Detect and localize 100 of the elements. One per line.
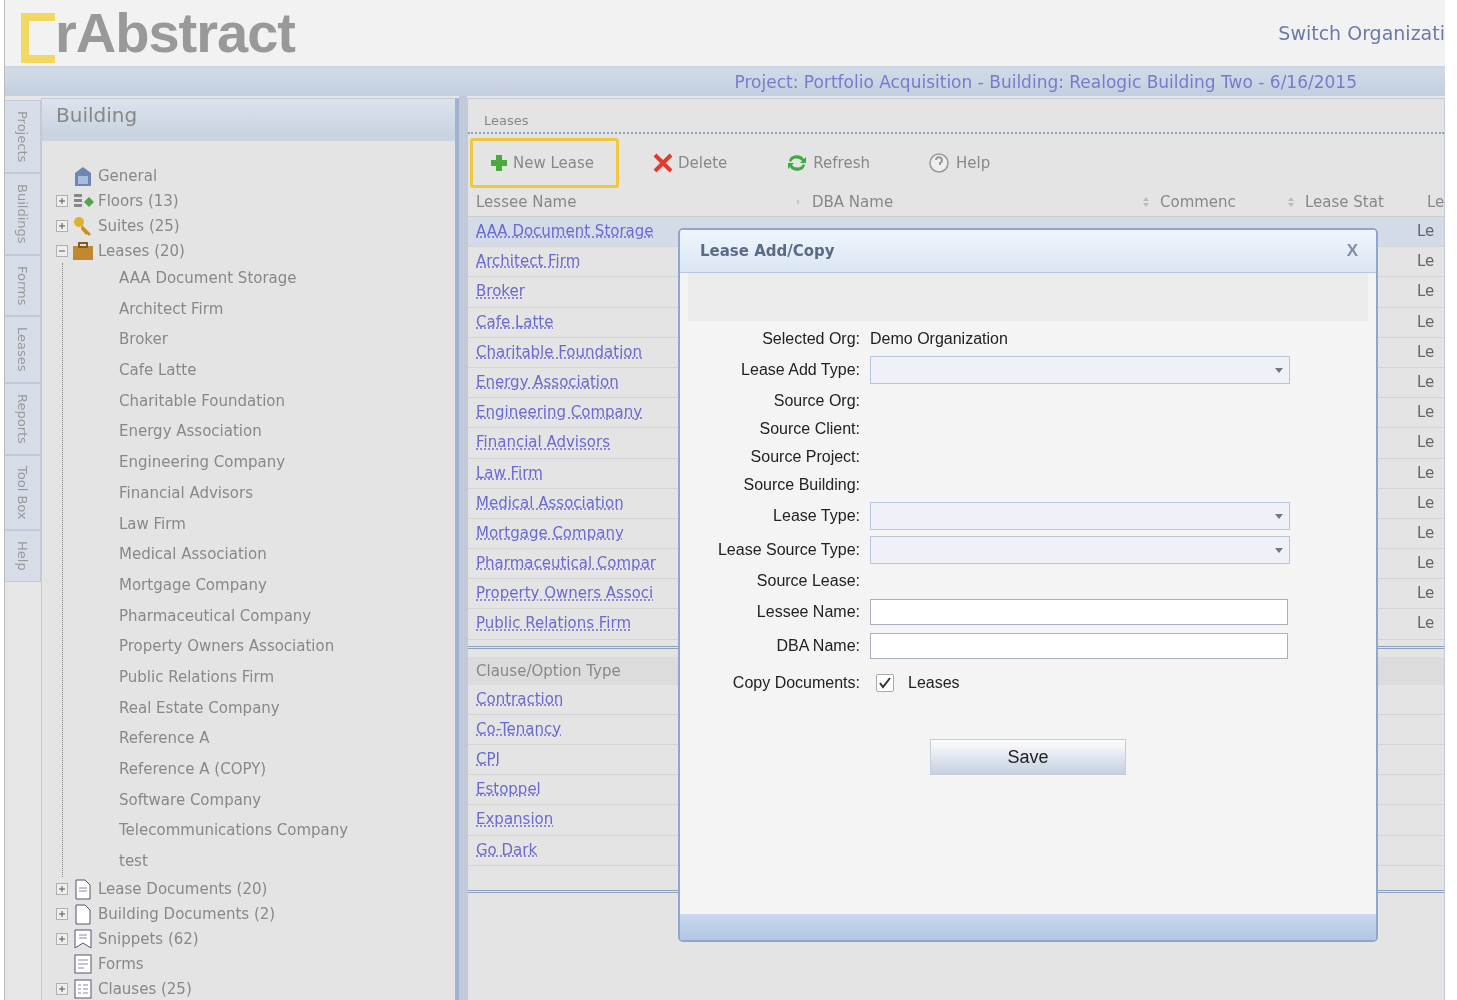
switch-organization-link[interactable]: Switch Organizati (1278, 22, 1445, 44)
clause-link[interactable]: Co-Tenancy (476, 719, 562, 738)
lessee-link[interactable]: Property Owners Associ (476, 584, 654, 603)
expand-icon[interactable] (56, 883, 68, 896)
clause-link[interactable]: CPI (476, 750, 500, 768)
tree-item[interactable]: Energy Association (119, 416, 455, 448)
dropdown-field[interactable] (870, 536, 1290, 564)
tree-item[interactable]: Engineering Company (119, 447, 455, 478)
field-label: Source Lease: (755, 571, 860, 591)
column-header[interactable]: Le (1427, 188, 1444, 216)
lessee-link[interactable]: Broker (476, 282, 525, 301)
toolbar-button[interactable]: Help (909, 137, 1016, 189)
expand-icon[interactable] (56, 194, 68, 207)
tree-item[interactable]: AAA Document Storage (119, 263, 455, 294)
table-cell: Le (1409, 428, 1444, 459)
tree-item[interactable]: Law Firm (119, 508, 455, 540)
tree-item[interactable]: Financial Advisors (119, 477, 455, 509)
tree-item[interactable]: Pharmaceutical Company (119, 600, 455, 632)
side-tab[interactable]: Tool Box (5, 454, 41, 531)
tree-item[interactable]: Software Company (119, 784, 455, 816)
building-icon (72, 164, 94, 187)
side-tab[interactable]: Leases (5, 316, 41, 383)
tree-item[interactable]: Architect Firm (119, 293, 455, 325)
input-field[interactable] (870, 633, 1288, 659)
plus-icon (489, 153, 509, 173)
toolbar-button[interactable]: Refresh (766, 137, 895, 189)
sort-icon[interactable] (1287, 196, 1295, 208)
lessee-link[interactable]: Medical Association (476, 493, 624, 512)
tree-item[interactable]: Property Owners Association (119, 631, 455, 662)
tree-item[interactable]: Real Estate Company (119, 692, 455, 724)
tree-item[interactable]: Snippets (62) (98, 930, 199, 949)
tree-item[interactable]: Lease Documents (20) (98, 880, 268, 899)
table-cell: Le (1409, 609, 1444, 640)
lessee-link[interactable]: Cafe Latte (476, 312, 554, 331)
tree-item[interactable]: Cafe Latte (119, 355, 455, 386)
expand-icon[interactable] (56, 983, 68, 996)
field-label: Source Client: (758, 419, 860, 439)
tree-item[interactable]: Building Documents (2) (98, 905, 276, 924)
dropdown-field[interactable] (870, 502, 1290, 530)
side-tab[interactable]: Projects (5, 100, 41, 174)
lessee-link[interactable]: Engineering Company (476, 403, 643, 422)
checkbox[interactable] (876, 674, 894, 692)
checkbox-label: Leases (908, 674, 960, 692)
help-icon (928, 152, 952, 174)
sort-icon[interactable] (1142, 196, 1150, 208)
column-header[interactable]: Lease Stat (1305, 188, 1384, 216)
table-cell: Le (1409, 549, 1444, 580)
close-button[interactable]: X (1340, 240, 1364, 262)
field-label: Source Project: (749, 447, 860, 467)
tree-item[interactable]: Mortgage Company (119, 569, 455, 601)
side-tab[interactable]: Reports (5, 382, 41, 455)
caret-icon (1275, 367, 1283, 373)
tree-item[interactable]: Suites (25) (98, 216, 180, 235)
side-tab[interactable]: Buildings (5, 173, 41, 255)
lessee-link[interactable]: Public Relations Firm (476, 614, 632, 633)
clause-link[interactable]: Go Dark (476, 840, 538, 859)
tree-item[interactable]: Broker (119, 324, 455, 356)
side-tab[interactable]: Help (5, 530, 41, 582)
tree-item[interactable]: test (119, 846, 455, 877)
expand-icon[interactable] (56, 219, 68, 232)
dropdown-field[interactable] (870, 356, 1290, 384)
side-tab[interactable]: Forms (5, 254, 41, 317)
column-header[interactable]: Commenc (1160, 188, 1236, 216)
tree-item[interactable]: Public Relations Firm (119, 661, 455, 693)
collapse-icon[interactable] (56, 244, 68, 257)
tree-item[interactable]: Medical Association (119, 539, 455, 570)
table-cell: Le (1409, 579, 1444, 610)
tree-item[interactable]: General (98, 166, 158, 185)
tree-item[interactable]: Leases (20) (98, 241, 185, 260)
expand-icon[interactable] (56, 908, 68, 921)
clause-link[interactable]: Contraction (476, 689, 564, 708)
lessee-link[interactable]: Energy Association (476, 372, 619, 391)
lessee-link[interactable]: Financial Advisors (476, 433, 610, 452)
lessee-link[interactable]: Mortgage Company (476, 523, 624, 542)
save-button[interactable]: Save (930, 739, 1126, 775)
tree-item[interactable]: Forms (98, 955, 144, 974)
lessee-link[interactable]: Law Firm (476, 463, 543, 482)
input-field[interactable] (870, 599, 1288, 625)
lessee-link[interactable]: Architect Firm (476, 252, 581, 271)
lessee-link[interactable]: Charitable Foundation (476, 342, 642, 361)
table-cell: Le (1409, 277, 1444, 308)
tree-item[interactable]: Telecommunications Company (119, 815, 455, 847)
ribbon-icon (72, 928, 94, 951)
tree-item[interactable]: Charitable Foundation (119, 385, 455, 417)
document-icon (72, 903, 94, 926)
table-cell: Le (1409, 398, 1444, 429)
table-cell: Le (1409, 488, 1444, 519)
clause-link[interactable]: Expansion (476, 810, 554, 829)
toolbar-button[interactable]: Delete (633, 137, 753, 189)
lessee-link[interactable]: Pharmaceutical Compar (476, 554, 656, 573)
expand-icon[interactable] (56, 933, 68, 946)
list-icon (72, 978, 94, 1000)
clause-link[interactable]: Estoppel (476, 780, 541, 799)
table-cell: Le (1409, 518, 1444, 550)
tree-item[interactable]: Floors (13) (98, 191, 179, 210)
tree-item[interactable]: Reference A (COPY) (119, 754, 455, 785)
panel-title: Building (42, 99, 455, 141)
tree-item[interactable]: Clauses (25) (98, 980, 192, 999)
toolbar-button[interactable]: New Lease (470, 138, 620, 188)
tree-item[interactable]: Reference A (119, 723, 455, 754)
